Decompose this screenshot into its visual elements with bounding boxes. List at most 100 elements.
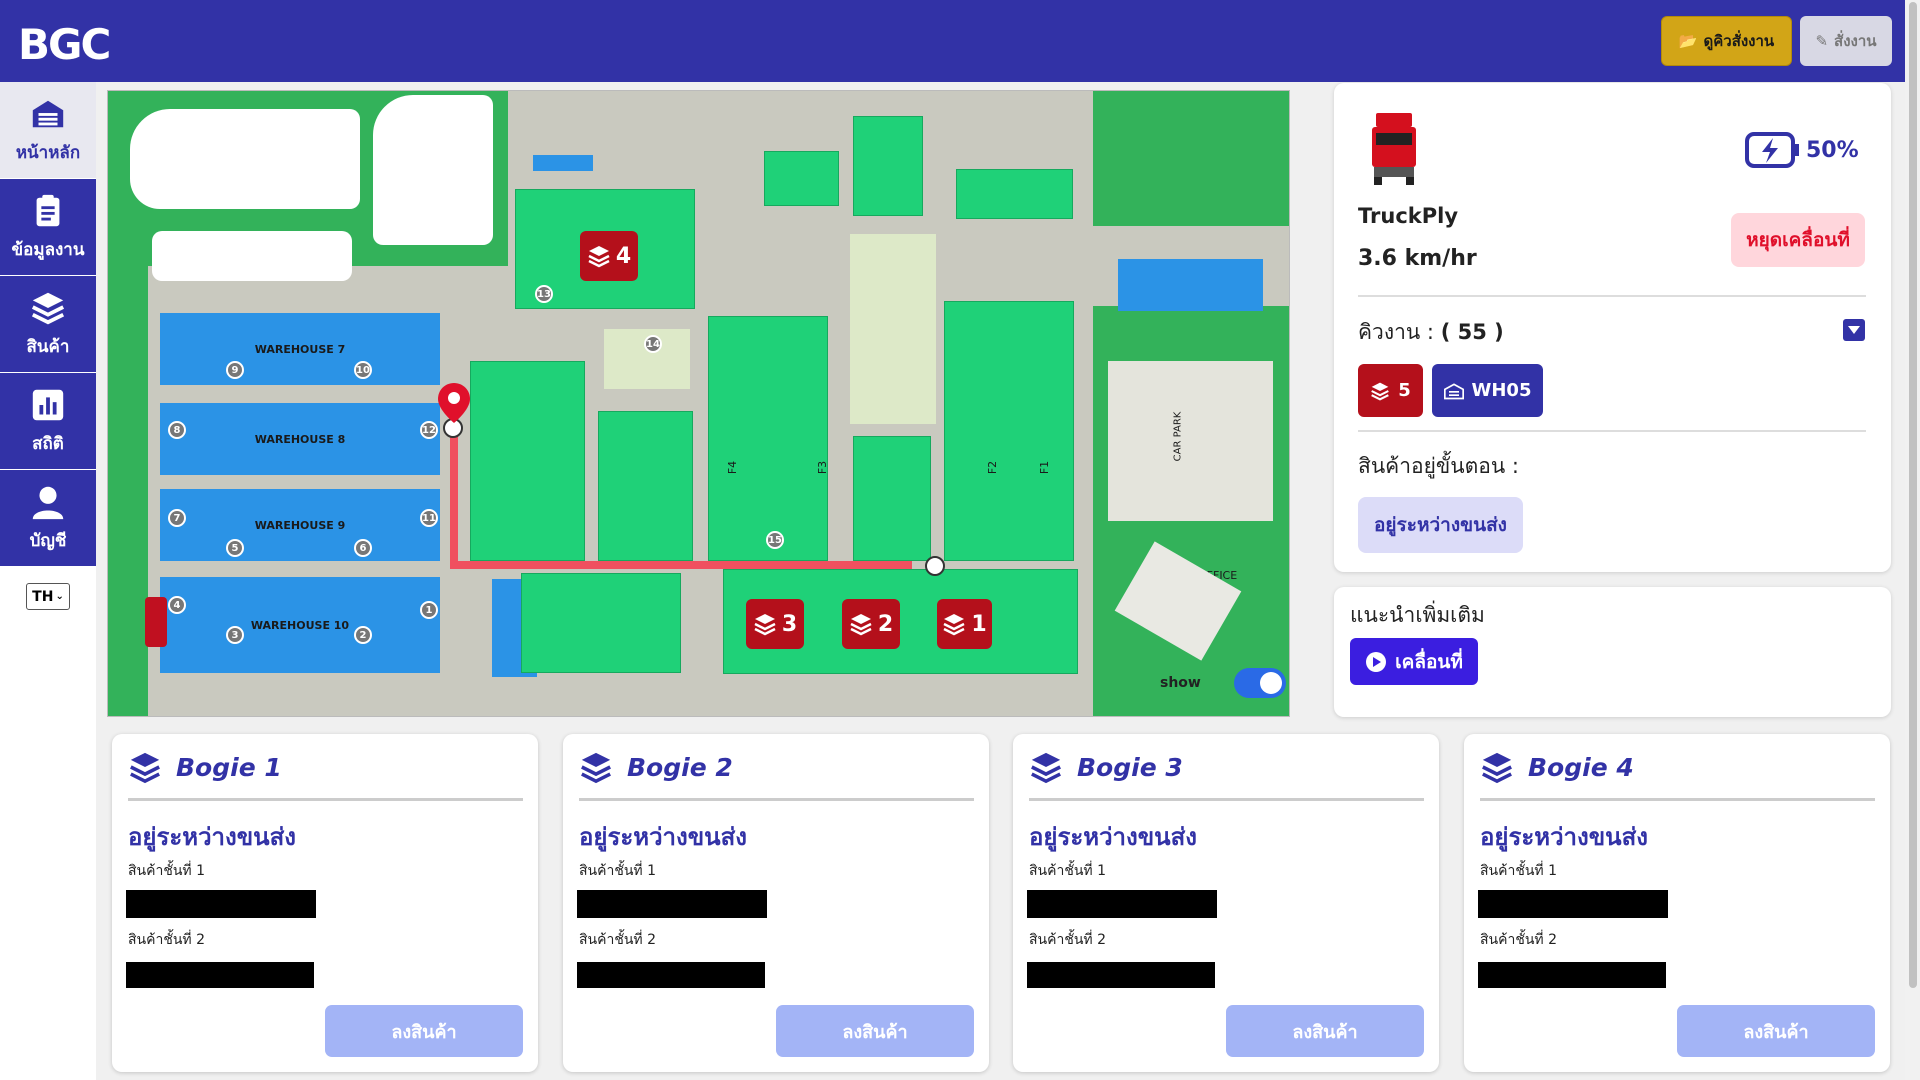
f2-label: F2 [986,460,1000,475]
pin-7: 7 [168,509,186,527]
recommendation-panel: แนะนำเพิ่มเติม เคลื่อนที่ [1334,587,1891,717]
unload-button[interactable]: ลงสินค้า [1677,1005,1875,1057]
bogie-title-text: Bogie 1 [176,752,282,782]
layer-1-redacted [1478,890,1668,918]
bogie-title-text: Bogie 2 [627,752,733,782]
view-queue-button[interactable]: 📂 ดูคิวสั่งงาน [1661,16,1792,66]
bogie-title-text: Bogie 3 [1077,752,1183,782]
stop-moving-button[interactable]: หยุดเคลื่อนที่ [1731,213,1865,267]
pin-2: 2 [354,626,372,644]
layer-2-redacted [1478,962,1666,988]
building-f2-f1 [944,301,1074,561]
building-f4-f3 [708,316,828,561]
language-select[interactable]: TH ⌄ [26,583,70,610]
route-end-dot [925,556,945,576]
warehouse-chip: WH05 [1432,364,1543,417]
pin-13: 13 [535,285,553,303]
warehouse-icon [1443,382,1464,399]
bogie-title: Bogie 4 [1480,750,1634,784]
order-label: สั่งงาน [1834,32,1877,50]
pin-15: 15 [766,531,784,549]
marker-label: 4 [615,243,632,269]
unload-button[interactable]: ลงสินค้า [776,1005,974,1057]
battery-percent: 50% [1806,137,1859,163]
divider [1358,295,1866,297]
warehouse-label: WAREHOUSE 8 [254,432,346,446]
sidebar: หน้าหลัก ข้อมูลงาน สินค้า สถิติ บัญชี TH… [0,82,96,1080]
station-marker-4[interactable]: 4 [580,231,638,281]
sidebar-item-jobs[interactable]: ข้อมูลงาน [0,179,96,275]
blue-building [533,155,593,171]
green-building [521,573,681,673]
show-toggle[interactable] [1234,668,1286,698]
layers-icon [943,614,965,636]
user-icon [32,486,64,519]
queue-dropdown-button[interactable] [1843,319,1865,341]
clipboard-icon [36,194,60,226]
play-icon [1366,651,1387,672]
sidebar-item-account[interactable]: บัญชี [0,470,96,566]
station-marker-2[interactable]: 2 [842,599,900,649]
pin-11: 11 [420,509,438,527]
layer-1-label: สินค้าชั้นที่ 1 [1029,863,1106,879]
green-building [470,361,585,561]
green-building [598,411,693,561]
bogie-status: อยู่ระหว่างขนส่ง [1029,823,1197,851]
truck-status-panel: 50% TruckPly 3.6 km/hr หยุดเคลื่อนที่ คิ… [1334,83,1891,572]
bogie-card-1: Bogie 1 อยู่ระหว่างขนส่ง สินค้าชั้นที่ 1… [112,734,538,1072]
divider [1358,430,1866,432]
recommendation-title: แนะนำเพิ่มเติม [1350,603,1485,627]
warehouse-7[interactable]: WAREHOUSE 7 [160,313,440,385]
blue-building [1118,259,1263,311]
sidebar-item-stats[interactable]: สถิติ [0,373,96,469]
warehouse-10[interactable]: WAREHOUSE 10 [160,577,440,673]
folder-icon: 📂 [1678,32,1698,50]
layer-2-redacted [1027,962,1215,988]
bogie-card-3: Bogie 3 อยู่ระหว่างขนส่ง สินค้าชั้นที่ 1… [1013,734,1439,1072]
layers-icon [754,614,776,636]
layers-icon [581,752,611,784]
f4-label: F4 [726,460,740,475]
layer-2-redacted [577,962,765,988]
warehouse-8[interactable]: WAREHOUSE 8 [160,403,440,475]
bogie-status: อยู่ระหว่างขนส่ง [128,823,296,851]
edit-icon: ✎ [1815,32,1829,50]
warehouse-9[interactable]: WAREHOUSE 9 [160,489,440,561]
f3-label: F3 [816,460,830,475]
move-button[interactable]: เคลื่อนที่ [1350,638,1478,685]
truck-icon [1372,113,1416,185]
layers-icon [588,246,610,268]
sidebar-item-home[interactable]: หน้าหลัก [0,82,96,178]
vertical-scrollbar[interactable] [1905,0,1920,1080]
brand-logo[interactable]: BGC [18,20,111,69]
move-label: เคลื่อนที่ [1395,650,1463,673]
layer-2-label: สินค้าชั้นที่ 2 [579,932,656,948]
route-path [450,429,458,567]
station-marker-3[interactable]: 3 [746,599,804,649]
unload-button[interactable]: ลงสินค้า [1226,1005,1424,1057]
battery-charging-icon [1745,132,1799,168]
route-path [450,561,912,569]
bogie-card-2: Bogie 2 อยู่ระหว่างขนส่ง สินค้าชั้นที่ 1… [563,734,989,1072]
order-button[interactable]: ✎ สั่งงาน [1800,16,1892,66]
factory-map[interactable]: CAR PARK OFFICE WAREHOUSE 7 WAREHOUSE 8 … [107,90,1290,717]
sidebar-item-products[interactable]: สินค้า [0,276,96,372]
pin-6: 6 [354,539,372,557]
unload-button[interactable]: ลงสินค้า [325,1005,523,1057]
divider [128,798,523,801]
bogie-card-4: Bogie 4 อยู่ระหว่างขนส่ง สินค้าชั้นที่ 1… [1464,734,1890,1072]
scrollbar-thumb[interactable] [1909,2,1917,988]
marker-label: 1 [971,611,987,637]
layers-icon [850,614,872,636]
battery-status: 50% [1744,130,1859,170]
show-label: show [1160,675,1201,691]
layer-count: 5 [1398,380,1411,401]
layer-1-redacted [577,890,767,918]
station-marker-1[interactable]: 1 [937,599,992,649]
layers-icon [1482,752,1512,784]
warehouse-icon [32,100,64,127]
map-pond [152,231,352,281]
bogie-title: Bogie 1 [128,750,282,784]
layer-2-label: สินค้าชั้นที่ 2 [1029,932,1106,948]
car-park [1108,361,1273,521]
